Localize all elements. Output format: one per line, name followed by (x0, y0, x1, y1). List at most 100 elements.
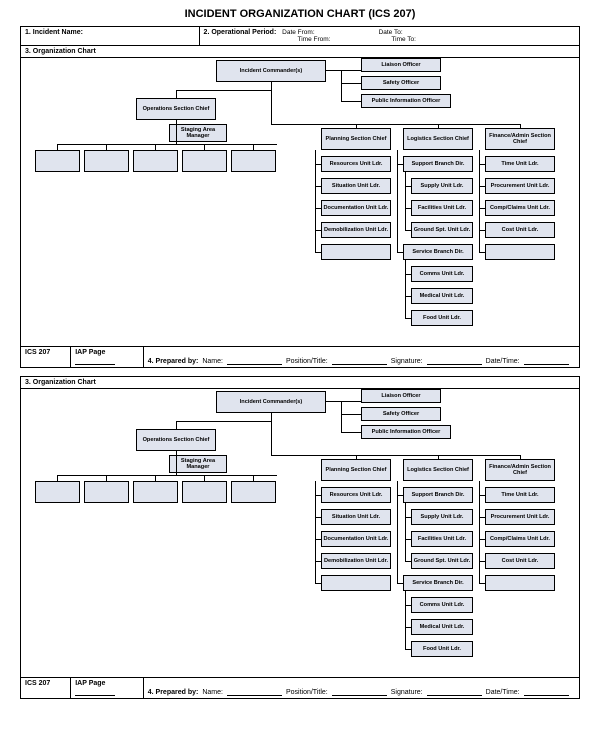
node-procurement: Procurement Unit Ldr. (485, 509, 555, 525)
node-pio: Public Information Officer (361, 425, 451, 439)
signature-label: Signature: (391, 358, 423, 365)
node-service-branch: Service Branch Dir. (403, 244, 473, 260)
signature-field[interactable] (427, 687, 482, 696)
node-documentation: Documentation Unit Ldr. (321, 200, 391, 216)
node-incident-commander: Incident Commander(s) (216, 391, 326, 413)
prepared-by-label: 4. Prepared by: (148, 689, 199, 696)
footer-iap-page: IAP Page (75, 680, 105, 687)
node-ops-empty (231, 481, 276, 503)
datetime-label: Date/Time: (486, 689, 520, 696)
org-chart-1: Incident Commander(s) Liaison Officer Sa… (21, 58, 579, 346)
node-cost: Cost Unit Ldr. (485, 222, 555, 238)
node-demob: Demobilization Unit Ldr. (321, 222, 391, 238)
node-facilities: Facilities Unit Ldr. (411, 531, 473, 547)
signature-label: Signature: (391, 689, 423, 696)
position-label: Position/Title: (286, 689, 328, 696)
node-ops-empty (182, 150, 227, 172)
date-to-label: Date To: (379, 29, 403, 36)
node-supply: Supply Unit Ldr. (411, 178, 473, 194)
node-planning-empty (321, 575, 391, 591)
node-liaison: Liaison Officer (361, 58, 441, 72)
page-title: INCIDENT ORGANIZATION CHART (ICS 207) (20, 8, 580, 20)
node-ground: Ground Spt. Unit Ldr. (411, 222, 473, 238)
node-cost: Cost Unit Ldr. (485, 553, 555, 569)
node-time: Time Unit Ldr. (485, 487, 555, 503)
date-from-label: Date From: (282, 29, 315, 36)
signature-field[interactable] (427, 356, 482, 365)
section3-label: 3. Organization Chart (25, 379, 96, 386)
node-liaison: Liaison Officer (361, 389, 441, 403)
node-pio: Public Information Officer (361, 94, 451, 108)
node-support-branch: Support Branch Dir. (403, 487, 473, 503)
node-planning-chief: Planning Section Chief (321, 128, 391, 150)
section3-label: 3. Organization Chart (25, 48, 96, 55)
node-staging: Staging Area Manager (169, 124, 227, 142)
prepared-by-label: 4. Prepared by: (148, 358, 199, 365)
node-logistics-chief: Logistics Section Chief (403, 128, 473, 150)
datetime-field[interactable] (524, 356, 569, 365)
position-field[interactable] (332, 687, 387, 696)
node-procurement: Procurement Unit Ldr. (485, 178, 555, 194)
node-finance-chief: Finance/Admin Section Chief (485, 459, 555, 481)
node-supply: Supply Unit Ldr. (411, 509, 473, 525)
footer-form-id: ICS 207 (21, 678, 71, 698)
time-from-label: Time From: (298, 36, 331, 43)
node-ops-empty (182, 481, 227, 503)
node-comp: Comp/Claims Unit Ldr. (485, 531, 555, 547)
node-situation: Situation Unit Ldr. (321, 509, 391, 525)
node-safety: Safety Officer (361, 407, 441, 421)
ics207-form-1: 1. Incident Name: 2. Operational Period:… (20, 26, 580, 368)
footer-iap-page: IAP Page (75, 349, 105, 356)
node-ops-empty (35, 150, 80, 172)
ics207-form-2: 3. Organization Chart Incident Commander… (20, 376, 580, 699)
node-ops-empty (231, 150, 276, 172)
node-time: Time Unit Ldr. (485, 156, 555, 172)
node-ops-empty (35, 481, 80, 503)
node-incident-commander: Incident Commander(s) (216, 60, 326, 82)
node-ground: Ground Spt. Unit Ldr. (411, 553, 473, 569)
node-demob: Demobilization Unit Ldr. (321, 553, 391, 569)
node-comp: Comp/Claims Unit Ldr. (485, 200, 555, 216)
node-safety: Safety Officer (361, 76, 441, 90)
node-service-branch: Service Branch Dir. (403, 575, 473, 591)
node-ops-chief: Operations Section Chief (136, 98, 216, 120)
datetime-label: Date/Time: (486, 358, 520, 365)
node-ops-empty (84, 150, 129, 172)
name-field[interactable] (227, 687, 282, 696)
node-medical: Medical Unit Ldr. (411, 288, 473, 304)
node-comms: Comms Unit Ldr. (411, 597, 473, 613)
node-finance-chief: Finance/Admin Section Chief (485, 128, 555, 150)
name-field[interactable] (227, 356, 282, 365)
node-finance-empty (485, 244, 555, 260)
node-ops-empty (133, 481, 178, 503)
node-resources: Resources Unit Ldr. (321, 487, 391, 503)
node-medical: Medical Unit Ldr. (411, 619, 473, 635)
time-to-label: Time To: (391, 36, 416, 43)
position-field[interactable] (332, 356, 387, 365)
node-planning-empty (321, 244, 391, 260)
iap-page-field[interactable] (75, 356, 115, 365)
name-label: Name: (202, 358, 223, 365)
position-label: Position/Title: (286, 358, 328, 365)
node-support-branch: Support Branch Dir. (403, 156, 473, 172)
node-comms: Comms Unit Ldr. (411, 266, 473, 282)
datetime-field[interactable] (524, 687, 569, 696)
name-label: Name: (202, 689, 223, 696)
node-food: Food Unit Ldr. (411, 641, 473, 657)
node-staging: Staging Area Manager (169, 455, 227, 473)
node-logistics-chief: Logistics Section Chief (403, 459, 473, 481)
footer-form-id: ICS 207 (21, 347, 71, 367)
node-situation: Situation Unit Ldr. (321, 178, 391, 194)
node-resources: Resources Unit Ldr. (321, 156, 391, 172)
op-period-label: 2. Operational Period: (204, 29, 277, 36)
incident-name-label: 1. Incident Name: (25, 29, 83, 36)
iap-page-field[interactable] (75, 687, 115, 696)
node-food: Food Unit Ldr. (411, 310, 473, 326)
node-ops-chief: Operations Section Chief (136, 429, 216, 451)
node-finance-empty (485, 575, 555, 591)
node-documentation: Documentation Unit Ldr. (321, 531, 391, 547)
node-ops-empty (84, 481, 129, 503)
node-planning-chief: Planning Section Chief (321, 459, 391, 481)
org-chart-2: Incident Commander(s) Liaison Officer Sa… (21, 389, 579, 677)
node-facilities: Facilities Unit Ldr. (411, 200, 473, 216)
